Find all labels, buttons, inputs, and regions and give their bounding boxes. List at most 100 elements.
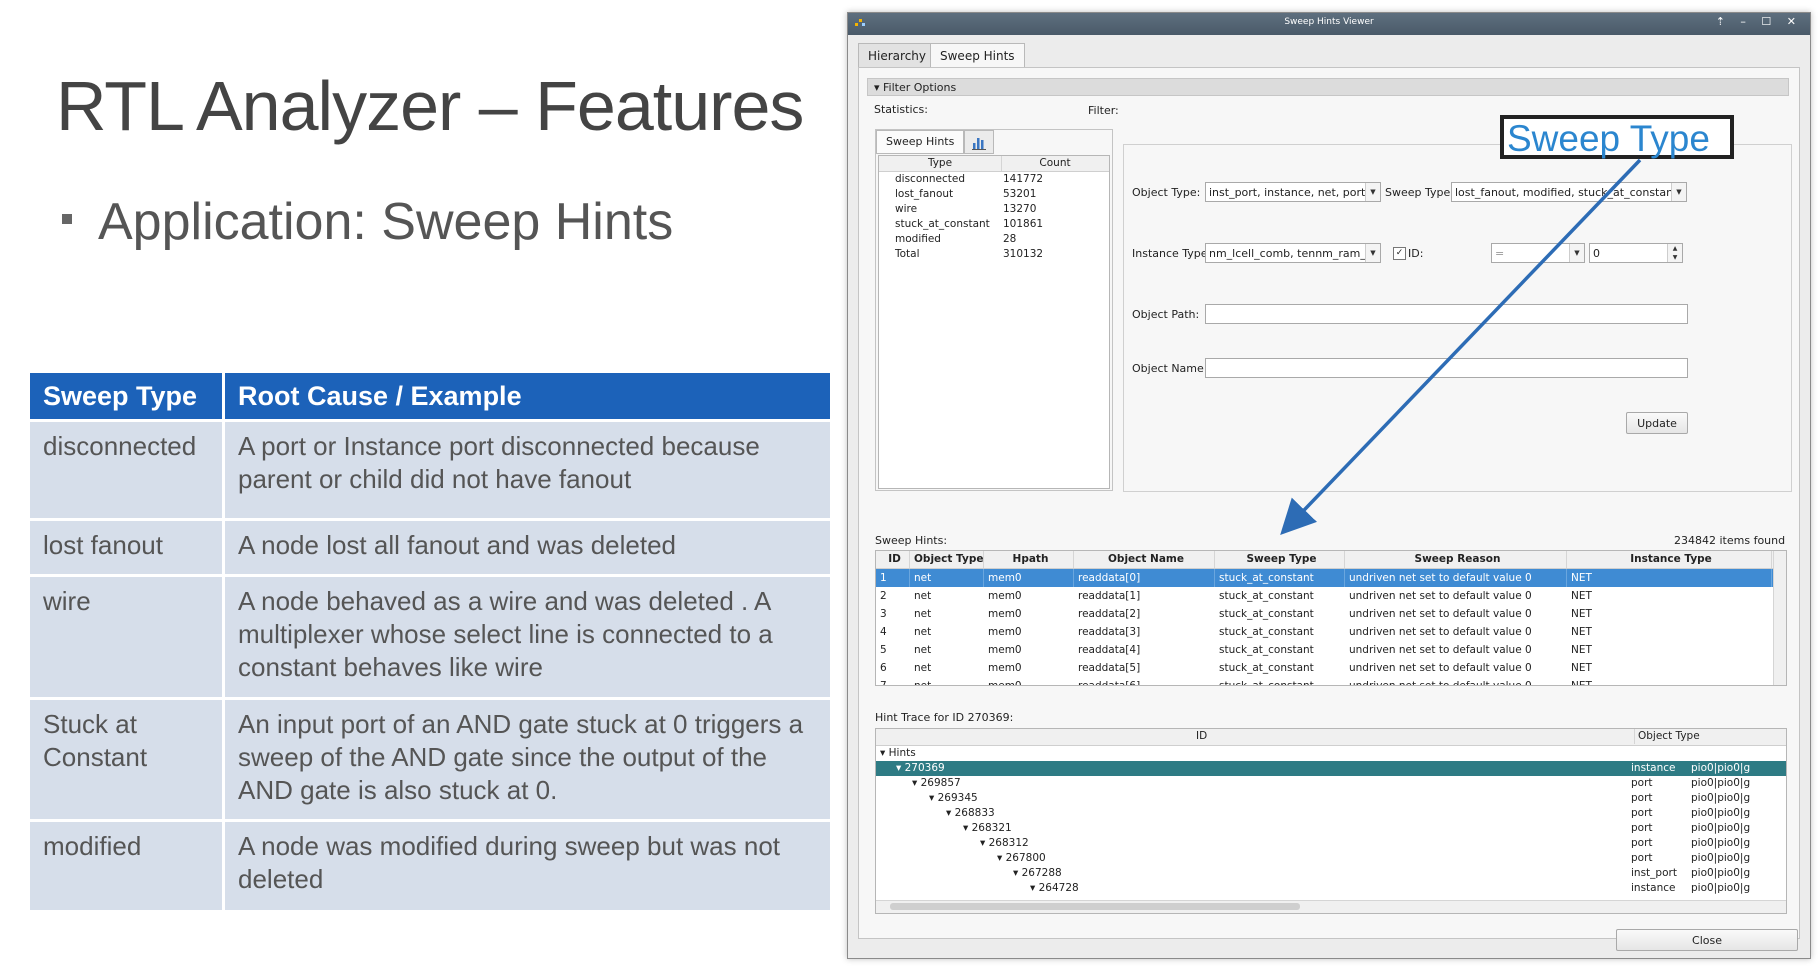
filter-options-toggle[interactable]: ▾ Filter Options [867, 78, 1789, 96]
cell-object-type: net [914, 608, 932, 620]
bar-chart-icon[interactable] [964, 130, 994, 154]
tree-node-id: 268321 [971, 822, 1012, 834]
tree-node[interactable]: ▾ 268833 port pio0|pio0|g [876, 806, 1786, 821]
object-type-select[interactable]: inst_port, instance, net, port ▼ [1205, 182, 1381, 202]
tree-node[interactable]: ▾ 268312 port pio0|pio0|g [876, 836, 1786, 851]
hints-header-object-name[interactable]: Object Name [1074, 551, 1215, 568]
table-row: Stuck at Constant An input port of an AND… [30, 700, 830, 819]
update-button[interactable]: Update [1626, 412, 1688, 434]
items-found-count: 234842 items found [1674, 534, 1786, 547]
cell-hpath: mem0 [988, 608, 1022, 620]
bullet-text: Application: Sweep Hints [98, 193, 674, 251]
scrollbar-thumb[interactable] [890, 903, 1300, 910]
trace-header-object-type[interactable]: Object Type [1634, 729, 1700, 744]
table-row: modified A node was modified during sweep… [30, 822, 830, 910]
id-checkbox[interactable]: ✓ [1393, 247, 1406, 260]
chevron-down-icon[interactable]: ▾ [929, 792, 934, 804]
chevron-down-icon[interactable]: ▾ [1013, 867, 1018, 879]
tree-node[interactable]: ▾ 270369 instance pio0|pio0|g [876, 761, 1786, 776]
hints-header-sweep-type[interactable]: Sweep Type [1215, 551, 1345, 568]
table-row[interactable]: 3 net mem0 readdata[2] stuck_at_constant undr… [876, 605, 1786, 623]
tree-node[interactable]: ▾ 264728 instance pio0|pio0|g [876, 881, 1786, 896]
sweep-type-cell: disconnected [30, 422, 225, 518]
object-path-input[interactable] [1205, 304, 1688, 324]
tree-node-type: instance [1631, 762, 1676, 774]
table-row[interactable]: 4 net mem0 readdata[3] stuck_at_constant undr… [876, 623, 1786, 641]
tree-node[interactable]: ▾ 268321 port pio0|pio0|g [876, 821, 1786, 836]
table-row[interactable]: 2 net mem0 readdata[1] stuck_at_constant undr… [876, 587, 1786, 605]
tree-node[interactable]: ▾ 269345 port pio0|pio0|g [876, 791, 1786, 806]
trace-horizontal-scrollbar[interactable] [876, 900, 1786, 913]
tree-node-id: 270369 [904, 762, 945, 774]
window-controls[interactable]: ⇡ – ☐ ✕ [1716, 15, 1802, 28]
id-operator-select[interactable]: = ▼ [1491, 243, 1585, 263]
instance-type-select[interactable]: nm_lcell_comb, tennm_ram_block ▼ [1205, 243, 1381, 263]
table-row[interactable]: 1 net mem0 readdata[0] stuck_at_constant undr… [876, 569, 1786, 587]
close-button[interactable]: Close [1616, 929, 1798, 951]
chevron-down-icon[interactable]: ▾ [880, 747, 885, 759]
cell-object-name: readdata[2] [1078, 608, 1141, 620]
table-row: lost fanout A node lost all fanout and wa… [30, 521, 830, 574]
sweep-type-select[interactable]: lost_fanout, modified, stuck_at_constant… [1451, 182, 1687, 202]
cell-hpath: mem0 [988, 662, 1022, 674]
stats-tab-sweep-hints[interactable]: Sweep Hints [876, 130, 965, 154]
chevron-down-icon[interactable]: ▾ [912, 777, 917, 789]
hints-header-hpath[interactable]: Hpath [984, 551, 1074, 568]
stats-header-type: Type [879, 156, 1002, 171]
spinner-arrows-icon[interactable]: ▲ ▼ [1667, 244, 1682, 262]
window-titlebar[interactable]: Sweep Hints Viewer ⇡ – ☐ ✕ [848, 13, 1810, 35]
cell-id: 6 [880, 662, 887, 674]
hints-vertical-scrollbar[interactable] [1773, 551, 1786, 685]
slide-title: RTL Analyzer – Features [56, 67, 804, 145]
object-name-input[interactable] [1205, 358, 1688, 378]
cell-object-name: readdata[5] [1078, 662, 1141, 674]
chevron-down-icon[interactable]: ▾ [1030, 882, 1035, 894]
tree-root[interactable]: ▾ Hints [876, 746, 1786, 761]
sweep-type-value: lost_fanout, modified, stuck_at_constant… [1455, 186, 1687, 199]
hints-header-instance-type[interactable]: Instance Type [1567, 551, 1772, 568]
object-path-label: Object Path: [1132, 308, 1200, 321]
stats-type: disconnected [895, 173, 966, 185]
tree-node[interactable]: ▾ 267800 port pio0|pio0|g [876, 851, 1786, 866]
table-row[interactable]: 5 net mem0 readdata[4] stuck_at_constant undr… [876, 641, 1786, 659]
cell-hpath: mem0 [988, 626, 1022, 638]
cell-id: 5 [880, 644, 887, 656]
tree-node-path: pio0|pio0|g [1691, 792, 1751, 804]
cell-id: 2 [880, 590, 887, 602]
stats-row: lost_fanout 53201 [879, 187, 1109, 202]
id-label: ID: [1408, 247, 1424, 260]
table-row[interactable]: 7netmem0readdata[6]stuck_at_constantundr… [876, 677, 1786, 685]
cell-sweep-reason: undriven net set to default value 0 [1349, 626, 1532, 638]
hints-header-row: ID Object Type Hpath Object Name Sweep T… [876, 551, 1786, 569]
tab-sweep-hints[interactable]: Sweep Hints [930, 43, 1025, 69]
bullet-square-icon [62, 214, 72, 225]
stats-count: 101861 [1003, 218, 1044, 230]
tab-hierarchy[interactable]: Hierarchy [858, 43, 937, 69]
tree-node-id: 269857 [920, 777, 961, 789]
tree-node[interactable]: ▾ 269857 port pio0|pio0|g [876, 776, 1786, 791]
hints-header-object-type[interactable]: Object Type [910, 551, 984, 568]
filter-options-label: Filter Options [883, 81, 957, 94]
tree-node-type: port [1631, 837, 1653, 849]
chevron-down-icon[interactable]: ▾ [980, 837, 985, 849]
chevron-down-icon[interactable]: ▾ [896, 762, 901, 774]
cell-sweep-reason: undriven net set to default value 0 [1349, 662, 1532, 674]
trace-header-id[interactable]: ID [1196, 729, 1207, 744]
root-cause-cell: A port or Instance port disconnected bec… [225, 422, 830, 518]
tree-node-path: pio0|pio0|g [1691, 777, 1751, 789]
chevron-down-icon[interactable]: ▾ [963, 822, 968, 834]
chevron-down-icon[interactable]: ▾ [997, 852, 1002, 864]
stats-row: disconnected 141772 [879, 172, 1109, 187]
cell-hpath: mem0 [984, 677, 1074, 685]
hints-header-sweep-reason[interactable]: Sweep Reason [1345, 551, 1567, 568]
sweep-type-cell: wire [30, 577, 225, 697]
chevron-down-icon[interactable]: ▾ [946, 807, 951, 819]
hints-header-id[interactable]: ID [876, 551, 910, 568]
id-value-spinner[interactable]: 0 ▲ ▼ [1589, 243, 1683, 263]
cell-object-type: net [914, 590, 932, 602]
filter-box: Object Type: inst_port, instance, net, p… [1123, 144, 1792, 492]
chevron-down-icon: ▼ [1569, 244, 1584, 262]
table-row[interactable]: 6 net mem0 readdata[5] stuck_at_constant undr… [876, 659, 1786, 677]
chevron-down-icon: ▼ [1365, 244, 1380, 262]
tree-node[interactable]: ▾ 267288 inst_port pio0|pio0|g [876, 866, 1786, 881]
